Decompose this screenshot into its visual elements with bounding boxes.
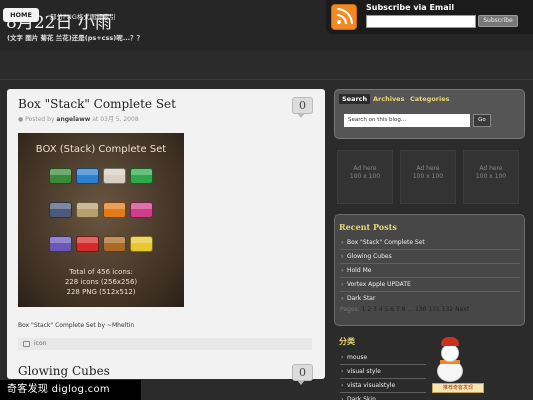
image-line-3: 228 PNG (512x512) — [66, 288, 136, 296]
ad-label: Ad here — [353, 165, 377, 172]
stack-box-icon — [76, 168, 99, 184]
ad-label: Ad here — [416, 165, 440, 172]
image-title: BOX (Stack) Complete Set — [35, 144, 167, 155]
tab-categories[interactable]: Categories — [407, 94, 453, 104]
post-image[interactable]: BOX (Stack) Complete Set Total of 456 ic… — [18, 133, 184, 307]
stack-box-icon — [49, 236, 72, 252]
folder-icon — [23, 341, 30, 347]
image-line-1: Total of 456 icons: — [69, 268, 133, 276]
search-go-button[interactable]: Go — [473, 114, 491, 127]
pagination[interactable]: Pages: 1 2 3 4 5 6 7 8 ... 130 131 132 N… — [340, 306, 469, 313]
ad-slot[interactable]: Ad here 100 x 100 — [337, 150, 393, 204]
tab-archives[interactable]: Archives — [370, 94, 407, 104]
posted-by-label: Posted by — [25, 116, 55, 123]
post-meta: ● Posted by angelaww at 03月 5, 2008 — [18, 114, 139, 123]
stack-box-icon — [130, 202, 153, 218]
stack-box-icon — [49, 202, 72, 218]
recent-post-link[interactable]: Hold Me — [340, 265, 520, 278]
stack-box-icon — [76, 202, 99, 218]
recent-posts-title: Recent Posts — [339, 222, 397, 232]
nav-bar — [0, 50, 533, 80]
recent-post-link[interactable]: Box "Stack" Complete Set — [340, 237, 520, 250]
stack-box-icon — [103, 236, 126, 252]
pagination-label: Pages: — [340, 306, 360, 313]
recent-post-link[interactable]: Glowing Cubes — [340, 251, 520, 264]
recent-post-link[interactable]: Dark Star — [340, 293, 520, 305]
post-author[interactable]: angelaww — [56, 116, 90, 123]
category-link[interactable]: vista visualstyle — [340, 380, 426, 393]
watermark: 奇客发现 diglog.com — [0, 380, 141, 400]
tab-search[interactable]: Search — [339, 94, 371, 104]
user-icon: ● — [18, 116, 24, 123]
post-caption: Box "Stack" Complete Set by ~Mheltin — [18, 322, 135, 329]
subscribe-title: Subscribe via Email — [366, 3, 455, 12]
snowman-hat — [441, 337, 459, 346]
ad-size: 100 x 100 — [412, 173, 444, 180]
category-title: 分类 — [339, 336, 355, 346]
site-description: (文字 图片 菊花 兰花)还是(ps+css)呢...？？ — [7, 34, 144, 42]
stack-box-icon — [76, 236, 99, 252]
stack-box-icon — [130, 236, 153, 252]
post-tag-link[interactable]: icon — [34, 340, 46, 347]
nav-link-png-icons[interactable]: 部分PNG格式图标索引 — [50, 11, 116, 21]
recommend-badge[interactable]: 推荐奇客发现 — [432, 383, 484, 393]
ad-slot[interactable]: Ad here 100 x 100 — [463, 150, 519, 204]
ad-slot[interactable]: Ad here 100 x 100 — [400, 150, 456, 204]
category-link[interactable]: Dark Skin — [340, 394, 426, 400]
stack-box-icon — [103, 202, 126, 218]
stack-box-icon — [130, 168, 153, 184]
rss-icon[interactable] — [331, 4, 357, 30]
icon-grid — [49, 168, 159, 268]
recent-post-link[interactable]: Vortex Apple UPDATE — [340, 279, 520, 292]
comment-count-bubble-2[interactable]: 0 — [292, 364, 313, 385]
post-date: 03月 5, 2008 — [100, 116, 139, 123]
sidebar-search-input[interactable]: Search on this blog... — [344, 114, 470, 127]
snowman-head — [441, 344, 459, 362]
pagination-links[interactable]: 1 2 3 4 5 6 7 8 ... 130 131 132 Next — [362, 306, 469, 313]
comment-count-bubble[interactable]: 0 — [292, 97, 313, 118]
post-title[interactable]: Box "Stack" Complete Set — [18, 97, 176, 111]
image-line-2: 228 icons (256x256) — [64, 278, 138, 286]
subscribe-button[interactable]: Subscribe — [478, 15, 518, 27]
ad-label: Ad here — [479, 165, 503, 172]
post-tags-bar: icon — [18, 338, 312, 350]
ad-size: 100 x 100 — [349, 173, 381, 180]
ad-size: 100 x 100 — [475, 173, 507, 180]
post-title-2[interactable]: Glowing Cubes — [18, 364, 110, 378]
category-link[interactable]: visual style — [340, 366, 426, 379]
subscribe-email-input[interactable] — [366, 15, 476, 28]
stack-box-icon — [103, 168, 126, 184]
stack-box-icon — [49, 168, 72, 184]
category-link[interactable]: mouse — [340, 352, 426, 365]
nav-home-tab[interactable]: HOME — [3, 8, 39, 22]
date-prefix: at — [92, 116, 99, 123]
